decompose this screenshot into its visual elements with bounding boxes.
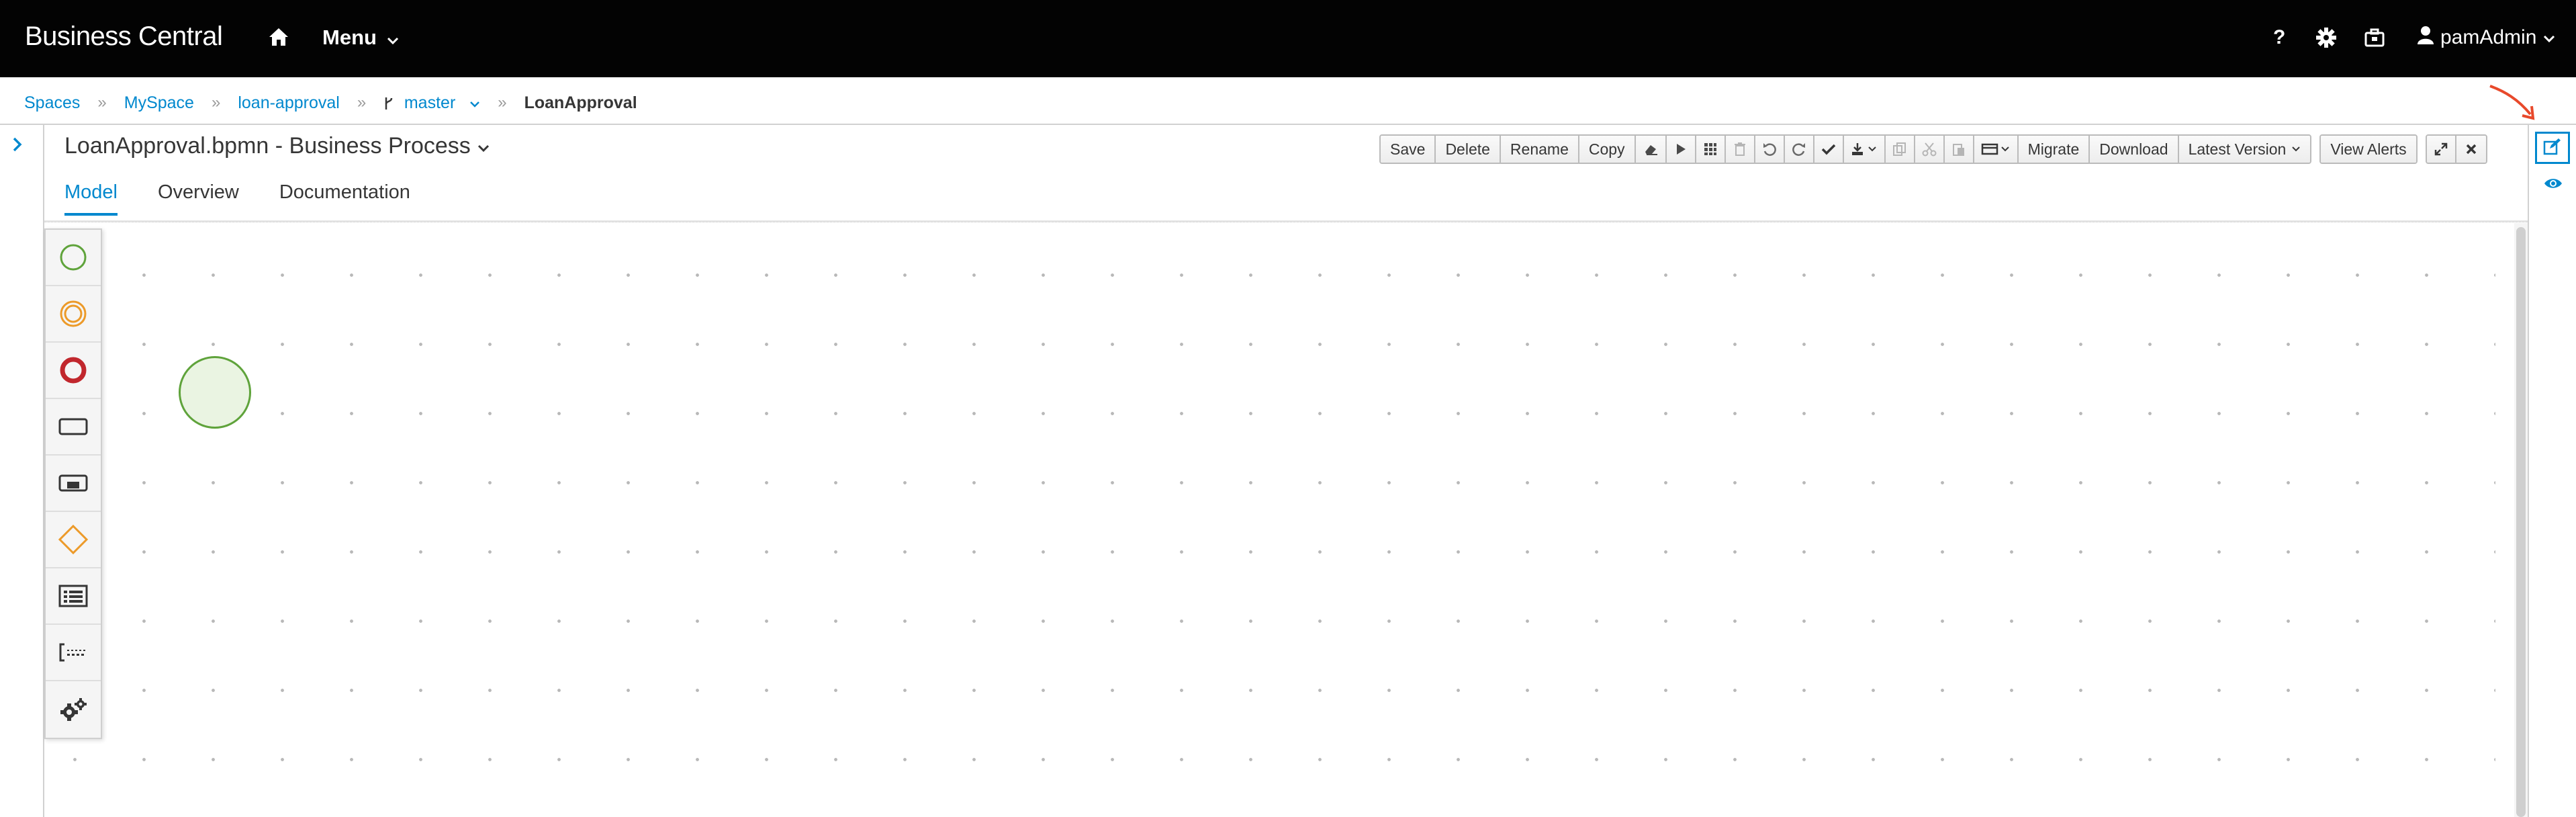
maximize-icon[interactable] [2426, 136, 2456, 163]
task-icon[interactable] [46, 399, 101, 456]
home-icon[interactable] [267, 26, 294, 52]
divider [0, 124, 2576, 125]
validate-check-icon[interactable] [1814, 136, 1844, 163]
properties-panel-toggle[interactable] [2535, 132, 2570, 164]
breadcrumb-separator: » [357, 93, 367, 112]
chevron-down-icon [2543, 26, 2555, 49]
user-name: pamAdmin [2440, 26, 2537, 48]
artifact-icon[interactable] [46, 625, 101, 681]
subprocess-icon[interactable] [46, 456, 101, 512]
breadcrumb-separator: » [97, 93, 107, 112]
grid-icon[interactable] [1696, 136, 1726, 163]
annotation-arrow-icon [2485, 82, 2545, 129]
eye-icon[interactable] [2540, 176, 2567, 196]
copy-icon[interactable] [1885, 136, 1915, 163]
process-canvas[interactable] [44, 223, 2495, 817]
edit-icon [2543, 138, 2562, 159]
latest-version-dropdown[interactable]: Latest Version [2178, 136, 2311, 163]
expand-panel-icon[interactable] [11, 136, 30, 156]
breadcrumb-separator: » [211, 93, 221, 112]
copy-button[interactable]: Copy [1579, 136, 1636, 163]
intermediate-event-icon[interactable] [46, 286, 101, 343]
breadcrumb-current: LoanApproval [524, 93, 637, 112]
gateway-icon[interactable] [46, 512, 101, 568]
delete-button[interactable]: Delete [1436, 136, 1501, 163]
menu-label: Menu [322, 26, 377, 49]
editor-title-text: LoanApproval.bpmn - Business Process [64, 133, 471, 159]
breadcrumb-spaces[interactable]: Spaces [24, 93, 80, 113]
brand-logo[interactable]: Business Central [25, 22, 223, 52]
editor-tabs: Model Overview Documentation [64, 181, 410, 216]
lane-icon[interactable] [46, 568, 101, 625]
chevron-down-icon [469, 97, 480, 111]
latest-version-label: Latest Version [2188, 140, 2287, 158]
toolbar-group [2425, 134, 2487, 164]
end-event-icon[interactable] [46, 343, 101, 399]
branch-label: master [404, 93, 456, 112]
user-icon [2418, 26, 2434, 50]
redo-icon[interactable] [1784, 136, 1814, 163]
branch-icon [383, 94, 398, 112]
scrollbar-thumb[interactable] [2516, 227, 2526, 817]
gear-icon[interactable] [2315, 27, 2338, 50]
chevron-down-icon [2291, 146, 2301, 153]
divider [2528, 125, 2529, 817]
tab-documentation[interactable]: Documentation [279, 181, 410, 216]
chevron-down-icon [387, 27, 399, 51]
close-icon[interactable] [2456, 136, 2486, 163]
user-menu[interactable]: pamAdmin [2418, 26, 2555, 50]
view-alerts-button[interactable]: View Alerts [2321, 136, 2416, 163]
start-event-icon[interactable] [46, 230, 101, 286]
menu-dropdown[interactable]: Menu [322, 26, 399, 51]
play-icon[interactable] [1666, 136, 1696, 163]
branch-selector[interactable]: master [383, 93, 480, 113]
save-button[interactable]: Save [1381, 136, 1436, 163]
breadcrumb-separator: » [498, 93, 507, 112]
tab-overview[interactable]: Overview [158, 181, 239, 216]
migrate-button[interactable]: Migrate [2018, 136, 2090, 163]
tab-model[interactable]: Model [64, 181, 118, 216]
divider [44, 220, 2528, 222]
cut-icon[interactable] [1915, 136, 1945, 163]
toolbar-group: View Alerts [2319, 134, 2418, 164]
paste-icon[interactable] [1944, 136, 1974, 163]
briefcase-icon[interactable] [2364, 27, 2387, 50]
editor-title[interactable]: LoanApproval.bpmn - Business Process [64, 133, 490, 159]
help-button[interactable]: ? [2273, 26, 2285, 49]
breadcrumb: Spaces » MySpace » loan-approval » maste… [24, 89, 637, 116]
trash-icon[interactable] [1725, 136, 1755, 163]
start-event-node[interactable] [179, 356, 251, 429]
editor-toolbar: Save Delete Rename Copy Migrate Download… [1379, 134, 2487, 164]
breadcrumb-myspace[interactable]: MySpace [124, 93, 194, 113]
shape-palette [44, 228, 102, 739]
top-navbar: Business Central Menu ? pamAdmin [0, 0, 2576, 77]
breadcrumb-project[interactable]: loan-approval [238, 93, 340, 113]
download-options-icon[interactable] [1843, 136, 1886, 163]
rename-button[interactable]: Rename [1500, 136, 1579, 163]
undo-icon[interactable] [1755, 136, 1785, 163]
chevron-down-icon [477, 133, 490, 159]
eraser-icon[interactable] [1635, 136, 1667, 163]
custom-tasks-icon[interactable] [46, 681, 101, 738]
layout-options-icon[interactable] [1974, 136, 2019, 163]
download-button[interactable]: Download [2090, 136, 2179, 163]
toolbar-group: Save Delete Rename Copy Migrate Download… [1379, 134, 2312, 164]
